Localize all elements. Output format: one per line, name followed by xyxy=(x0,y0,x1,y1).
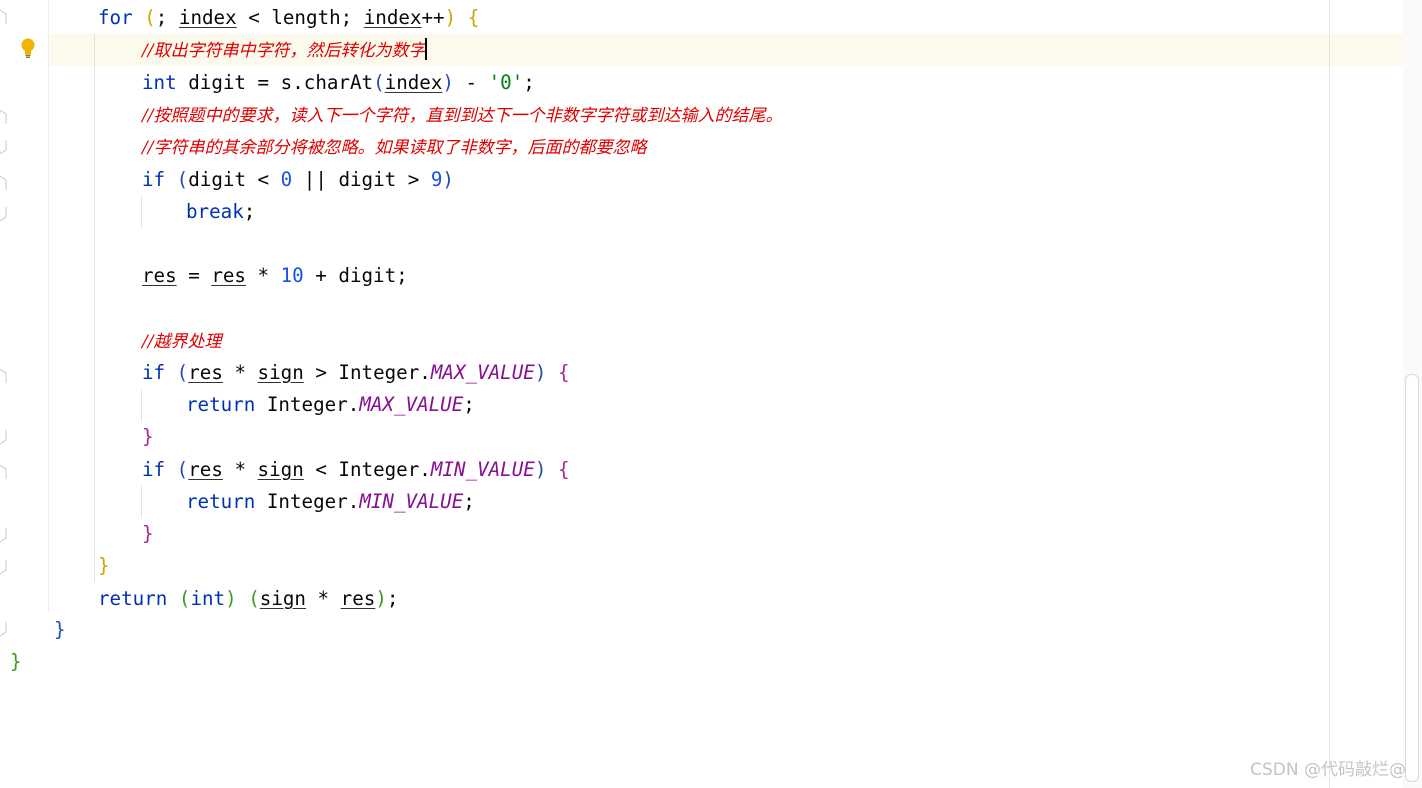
keyword: return xyxy=(186,393,256,416)
keyword: return xyxy=(186,490,256,513)
variable: res xyxy=(188,361,223,384)
keyword: return xyxy=(98,587,168,610)
lightbulb-icon[interactable] xyxy=(19,37,37,59)
gutter-divider xyxy=(48,0,49,612)
keyword: for xyxy=(98,6,133,29)
right-margin-guide xyxy=(1329,0,1330,788)
code-line[interactable]: res = res * 10 + digit; xyxy=(142,260,408,292)
code-line[interactable]: return Integer.MAX_VALUE; xyxy=(186,389,475,421)
code-line[interactable]: //取出字符串中字符，然后转化为数字 xyxy=(142,34,428,66)
fold-marker-icon[interactable] xyxy=(0,176,7,190)
code-line[interactable]: int digit = s.charAt(index) - '0'; xyxy=(142,67,535,99)
class-name: Integer xyxy=(266,490,348,513)
code-editor[interactable]: for (; index < length; index++) { //取出字符… xyxy=(10,0,1422,788)
variable: res xyxy=(188,458,223,481)
code-line[interactable]: } xyxy=(142,518,154,550)
class-name: Integer xyxy=(266,393,348,416)
variable: sign xyxy=(257,458,304,481)
variable: digit xyxy=(188,168,246,191)
watermark: CSDN @代码敲烂@ xyxy=(1250,760,1406,780)
fold-marker-icon[interactable] xyxy=(0,10,7,24)
constant: MIN_VALUE xyxy=(430,458,535,481)
code-line[interactable]: } xyxy=(54,614,66,646)
code-comment: //按照题中的要求，读入下一个字符，直到到达下一个非数字字符或到达输入的结尾。 xyxy=(142,106,783,126)
code-line[interactable]: for (; index < length; index++) { xyxy=(98,2,479,34)
fold-marker-icon[interactable] xyxy=(0,430,7,444)
code-line[interactable]: if (res * sign < Integer.MIN_VALUE) { xyxy=(142,454,570,486)
fold-marker-icon[interactable] xyxy=(0,369,7,383)
number-literal: 0 xyxy=(280,168,293,191)
keyword: if xyxy=(142,361,166,384)
scrollbar-thumb[interactable] xyxy=(1405,374,1419,782)
variable: digit xyxy=(338,168,397,191)
fold-marker-icon[interactable] xyxy=(0,110,7,124)
keyword: if xyxy=(142,458,166,481)
fold-marker-icon[interactable] xyxy=(0,465,7,479)
variable: s xyxy=(280,71,293,94)
variable: index xyxy=(178,6,237,29)
number-literal: 9 xyxy=(430,168,443,191)
code-comment: //字符串的其余部分将被忽略。如果读取了非数字，后面的都要忽略 xyxy=(142,138,647,158)
string-literal: '0' xyxy=(488,71,524,94)
constant: MAX_VALUE xyxy=(359,393,464,416)
code-line[interactable]: break; xyxy=(186,196,255,228)
code-comment: //取出字符串中字符，然后转化为数字 xyxy=(142,41,426,61)
code-line[interactable]: } xyxy=(98,550,110,582)
keyword: int xyxy=(190,587,226,610)
number-literal: 10 xyxy=(280,264,304,287)
code-line[interactable]: if (digit < 0 || digit > 9) xyxy=(142,164,454,196)
constant: MAX_VALUE xyxy=(430,361,535,384)
code-line[interactable]: } xyxy=(10,646,22,678)
fold-marker-icon[interactable] xyxy=(0,622,7,636)
variable: res xyxy=(211,264,246,287)
code-line[interactable]: } xyxy=(142,421,154,453)
variable: length xyxy=(271,6,341,29)
variable: index xyxy=(384,71,443,94)
code-line[interactable]: return Integer.MIN_VALUE; xyxy=(186,486,475,518)
indent-guide xyxy=(141,196,142,228)
method-call: charAt xyxy=(303,71,374,94)
indent-guide xyxy=(141,486,142,518)
variable: index xyxy=(363,6,422,29)
variable: sign xyxy=(257,361,304,384)
fold-marker-icon[interactable] xyxy=(0,140,7,154)
indent-guide xyxy=(94,34,95,582)
indent-guide xyxy=(141,390,142,422)
code-line[interactable]: //越界处理 xyxy=(142,325,221,357)
fold-marker-icon[interactable] xyxy=(0,207,7,221)
class-name: Integer xyxy=(338,361,420,384)
code-line[interactable]: return (int) (sign * res); xyxy=(98,583,398,615)
editor-gutter xyxy=(0,0,48,788)
variable: digit xyxy=(338,264,397,287)
keyword: int xyxy=(142,71,177,94)
code-line[interactable]: if (res * sign > Integer.MAX_VALUE) { xyxy=(142,357,570,389)
code-line[interactable]: //按照题中的要求，读入下一个字符，直到到达下一个非数字字符或到达输入的结尾。 xyxy=(142,99,782,131)
variable: res xyxy=(340,587,376,610)
code-line[interactable]: //字符串的其余部分将被忽略。如果读取了非数字，后面的都要忽略 xyxy=(142,131,646,163)
keyword: break xyxy=(186,200,244,223)
fold-marker-icon[interactable] xyxy=(0,528,7,542)
class-name: Integer xyxy=(338,458,420,481)
code-comment: //越界处理 xyxy=(142,332,222,352)
variable: res xyxy=(142,264,177,287)
variable: digit xyxy=(188,71,246,94)
variable: sign xyxy=(259,587,306,610)
text-caret xyxy=(425,38,428,60)
keyword: if xyxy=(142,168,166,191)
fold-marker-icon[interactable] xyxy=(0,560,7,574)
constant: MIN_VALUE xyxy=(359,490,464,513)
